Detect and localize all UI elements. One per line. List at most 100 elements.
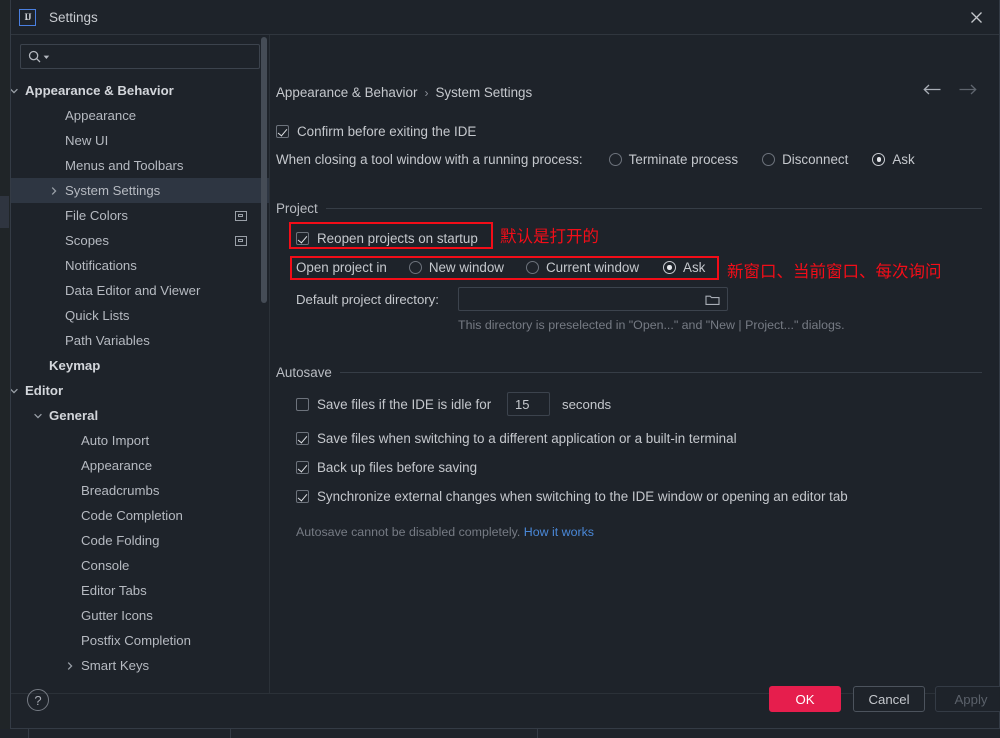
project-group-title: Project — [276, 201, 318, 216]
autosave-backup-label: Back up files before saving — [317, 460, 478, 475]
sidebar-item-file-colors[interactable]: File Colors — [11, 203, 269, 228]
autosave-sync-row[interactable]: Synchronize external changes when switch… — [296, 489, 848, 504]
sidebar-item-label: New UI — [65, 133, 109, 148]
radio-new-window[interactable] — [408, 261, 422, 274]
sidebar-item-console[interactable]: Console — [11, 553, 269, 578]
open-project-option-current-window[interactable]: Current window — [525, 260, 640, 275]
project-group-header: Project — [276, 201, 982, 216]
cancel-button[interactable]: Cancel — [853, 686, 925, 712]
autosave-backup-checkbox[interactable] — [296, 461, 309, 474]
default-project-directory-hint: This directory is preselected in "Open..… — [458, 318, 845, 332]
radio-ask-toolwindow[interactable] — [872, 153, 886, 166]
sidebar-item-menus-and-toolbars[interactable]: Menus and Toolbars — [11, 153, 269, 178]
sidebar-item-editor[interactable]: Editor — [11, 378, 269, 403]
sidebar-item-appearance[interactable]: Appearance — [11, 103, 269, 128]
ide-tool-window-tab[interactable] — [0, 196, 9, 228]
help-question-icon[interactable]: ? — [27, 689, 49, 711]
radio-ask-open-project[interactable] — [663, 261, 677, 274]
ide-status-divider — [537, 729, 538, 738]
folder-icon[interactable] — [705, 293, 720, 311]
sidebar-item-postfix-completion[interactable]: Postfix Completion — [11, 628, 269, 653]
arrow-left-icon[interactable] — [923, 83, 942, 101]
sidebar-item-label: Auto Import — [81, 433, 150, 448]
radio-current-window[interactable] — [525, 261, 539, 274]
radio-current-window-label: Current window — [545, 260, 640, 275]
sidebar-item-system-settings[interactable]: System Settings — [11, 178, 269, 203]
radio-ask-toolwindow-label: Ask — [892, 152, 915, 167]
group-divider-line — [325, 208, 982, 209]
annotation-text-reopen: 默认是打开的 — [500, 227, 599, 246]
autosave-backup-row[interactable]: Back up files before saving — [296, 460, 477, 475]
settings-sidebar: Appearance & Behavior Appearance New UI Men… — [11, 35, 270, 693]
sidebar-item-label: Editor Tabs — [81, 583, 147, 598]
chevron-right-icon[interactable] — [64, 660, 76, 672]
tool-window-option-ask[interactable]: Ask — [872, 152, 915, 167]
sidebar-item-appearance[interactable]: Appearance — [11, 453, 269, 478]
chevron-down-icon[interactable] — [11, 85, 20, 97]
chevron-down-icon[interactable] — [11, 385, 20, 397]
tool-window-close-row: When closing a tool window with a runnin… — [276, 152, 915, 167]
autosave-switch-app-row[interactable]: Save files when switching to a different… — [296, 431, 737, 446]
dialog-footer: ? OK Cancel Apply — [11, 686, 1000, 727]
radio-terminate-process[interactable] — [608, 153, 622, 166]
sidebar-item-notifications[interactable]: Notifications — [11, 253, 269, 278]
sidebar-item-data-editor-and-viewer[interactable]: Data Editor and Viewer — [11, 278, 269, 303]
autosave-sync-label: Synchronize external changes when switch… — [317, 489, 848, 504]
sidebar-item-code-folding[interactable]: Code Folding — [11, 528, 269, 553]
settings-tree[interactable]: Appearance & Behavior Appearance New UI Men… — [11, 78, 269, 693]
sidebar-item-label: Code Completion — [81, 508, 183, 523]
confirm-before-exit-checkbox[interactable] — [276, 125, 289, 138]
radio-disconnect[interactable] — [762, 153, 776, 166]
sidebar-item-scopes[interactable]: Scopes — [11, 228, 269, 253]
sidebar-item-label: Appearance — [65, 108, 137, 123]
sidebar-item-gutter-icons[interactable]: Gutter Icons — [11, 603, 269, 628]
sidebar-scrollbar[interactable] — [261, 37, 267, 303]
sidebar-item-editor-tabs[interactable]: Editor Tabs — [11, 578, 269, 603]
sidebar-item-label: Breadcrumbs — [81, 483, 160, 498]
autosave-group-title: Autosave — [276, 365, 332, 380]
sidebar-item-breadcrumbs[interactable]: Breadcrumbs — [11, 478, 269, 503]
radio-ask-open-project-label: Ask — [683, 260, 706, 275]
tool-window-option-disconnect[interactable]: Disconnect — [762, 152, 848, 167]
autosave-group-header: Autosave — [276, 365, 982, 380]
tool-window-option-terminate[interactable]: Terminate process — [608, 152, 738, 167]
breadcrumb: Appearance & Behavior › System Settings — [276, 85, 532, 100]
open-project-option-ask[interactable]: Ask — [663, 260, 705, 275]
default-project-directory-input[interactable] — [458, 287, 728, 311]
sidebar-item-general[interactable]: General — [11, 403, 269, 428]
sidebar-item-path-variables[interactable]: Path Variables — [11, 328, 269, 353]
chevron-right-icon[interactable] — [48, 185, 60, 197]
search-input[interactable] — [20, 44, 260, 69]
autosave-switch-app-checkbox[interactable] — [296, 432, 309, 445]
sidebar-item-auto-import[interactable]: Auto Import — [11, 428, 269, 453]
sidebar-item-appearance-behavior[interactable]: Appearance & Behavior — [11, 78, 269, 103]
arrow-right-icon[interactable] — [958, 83, 977, 101]
open-project-option-new-window[interactable]: New window — [408, 260, 504, 275]
sidebar-item-code-completion[interactable]: Code Completion — [11, 503, 269, 528]
ok-button[interactable]: OK — [769, 686, 841, 712]
sidebar-item-label: Gutter Icons — [81, 608, 153, 623]
sidebar-item-label: Code Folding — [81, 533, 160, 548]
sidebar-item-smart-keys[interactable]: Smart Keys — [11, 653, 269, 678]
chevron-down-icon[interactable] — [32, 410, 44, 422]
close-icon[interactable] — [954, 0, 999, 34]
sidebar-item-new-ui[interactable]: New UI — [11, 128, 269, 153]
autosave-note-text: Autosave cannot be disabled completely. — [296, 525, 521, 539]
autosave-sync-checkbox[interactable] — [296, 490, 309, 503]
sidebar-item-keymap[interactable]: Keymap — [11, 353, 269, 378]
confirm-before-exit-row[interactable]: Confirm before exiting the IDE — [276, 124, 476, 139]
reopen-projects-row[interactable]: Reopen projects on startup — [296, 231, 478, 246]
sidebar-item-label: Smart Keys — [81, 658, 150, 673]
autosave-idle-unit: seconds — [562, 397, 612, 412]
project-scope-icon — [235, 210, 247, 221]
reopen-projects-checkbox[interactable] — [296, 232, 309, 245]
autosave-idle-checkbox[interactable] — [296, 398, 309, 411]
sidebar-item-quick-lists[interactable]: Quick Lists — [11, 303, 269, 328]
sidebar-item-label: Menus and Toolbars — [65, 158, 184, 173]
breadcrumb-parent[interactable]: Appearance & Behavior — [276, 85, 417, 100]
apply-button[interactable]: Apply — [935, 686, 1000, 712]
how-it-works-link[interactable]: How it works — [524, 525, 594, 539]
chevron-down-small-icon[interactable] — [43, 48, 50, 66]
autosave-idle-input[interactable]: 15 — [507, 392, 550, 416]
autosave-note: Autosave cannot be disabled completely. … — [296, 525, 594, 539]
